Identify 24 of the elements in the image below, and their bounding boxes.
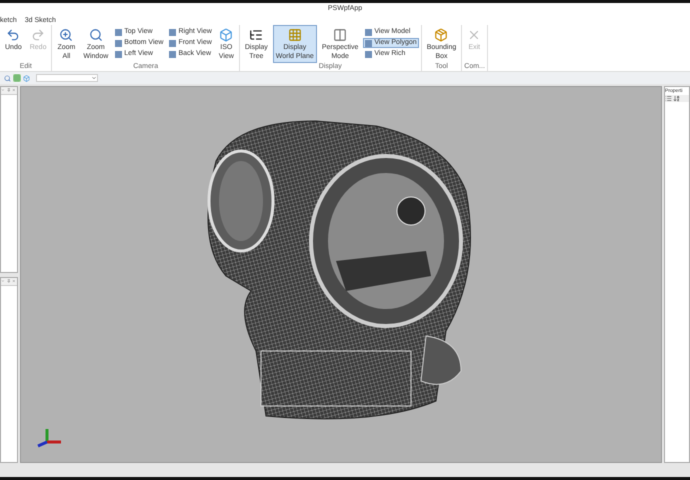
grid-icon [288,28,302,42]
category-icon[interactable] [665,95,672,102]
dropdown-icon[interactable] [0,278,5,284]
tree-list-icon [249,28,264,42]
sort-icon[interactable] [673,95,680,102]
layer-dropdown[interactable] [36,74,98,82]
box-icon [434,28,448,42]
zoom-icon [59,28,74,42]
grid-icon[interactable] [13,74,21,82]
magnifier-icon [88,28,103,42]
cube-icon[interactable] [23,74,30,82]
caret-icon [91,75,97,81]
undo-icon [6,28,20,42]
search-icon[interactable] [4,74,11,82]
dropdown-icon[interactable] [0,87,5,93]
axis-triad-icon [35,426,63,448]
pin-icon[interactable] [6,278,10,284]
close-icon[interactable] [12,278,16,284]
pin-icon[interactable] [6,87,10,93]
redo-icon [31,28,46,42]
3d-viewport[interactable] [20,86,662,463]
perspective-icon [333,28,348,42]
close-icon[interactable] [12,87,16,93]
cube-icon [219,28,234,42]
